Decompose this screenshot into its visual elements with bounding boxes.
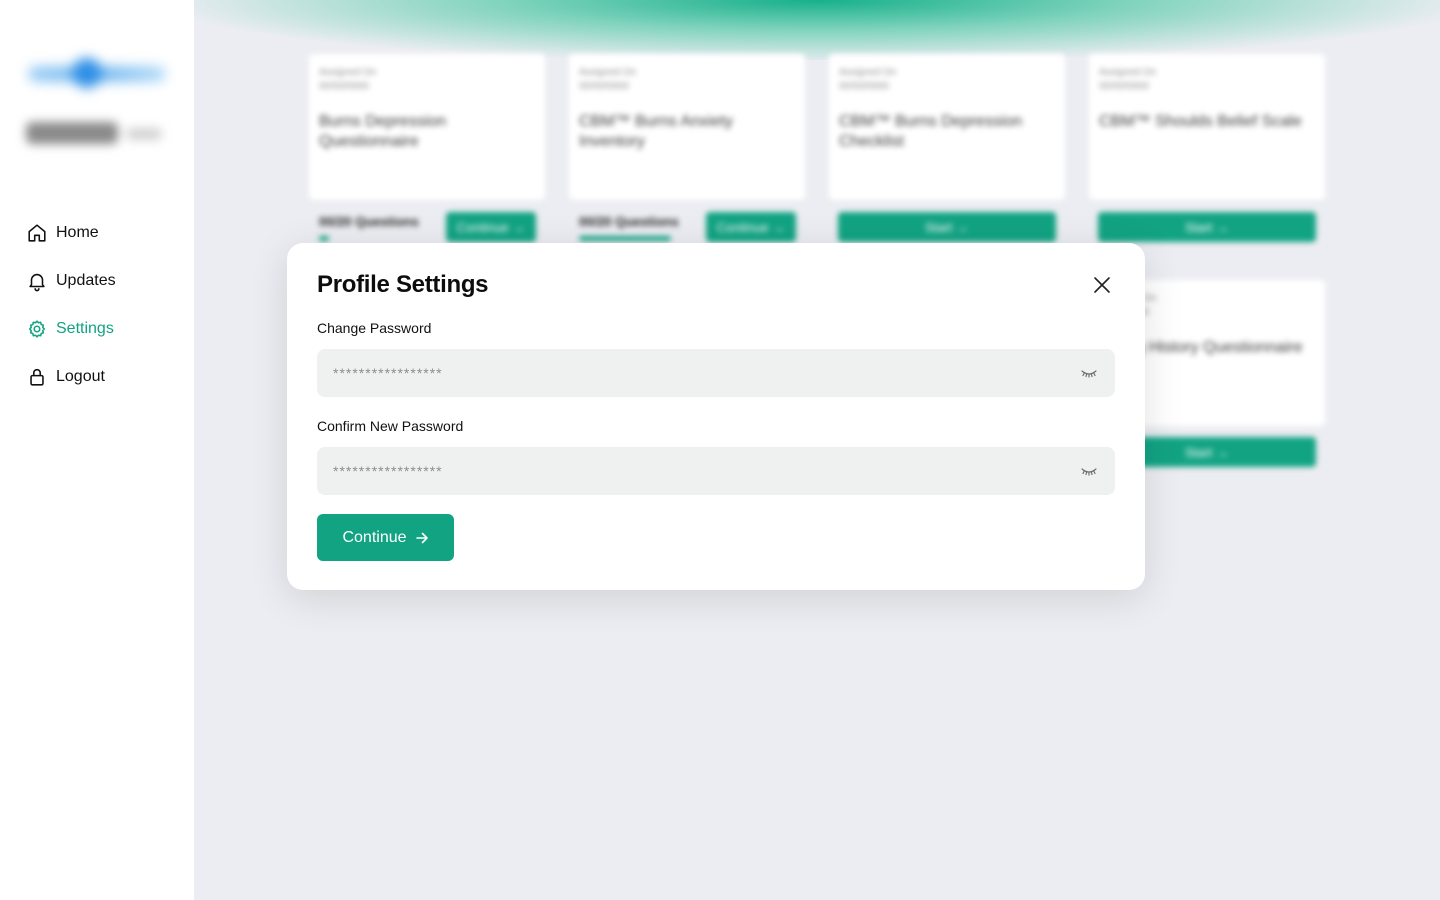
assessment-card: Assigned On 00/00/0000 CBM™ Burns Anxiet… xyxy=(569,54,805,200)
modal-title: Profile Settings xyxy=(317,271,489,298)
card-meta-date: 00/00/0000 xyxy=(579,81,630,92)
card-title: Burns Depression Questionnaire xyxy=(319,113,447,150)
card-title: CBM™ Burns Depression Checklist xyxy=(839,113,1023,150)
card-continue-button[interactable]: Continue → xyxy=(706,212,796,242)
close-icon xyxy=(1094,277,1110,293)
card-continue-button[interactable]: Continue → xyxy=(446,212,536,242)
confirm-password-input[interactable] xyxy=(317,447,1057,495)
change-password-field xyxy=(317,349,1115,397)
card-progress xyxy=(579,236,671,241)
card-meta-label: Assigned On xyxy=(579,67,637,78)
card-progress xyxy=(319,236,329,241)
assessment-card: Assigned On 00/00/0000 CBM™ Burns Depres… xyxy=(829,54,1065,200)
eye-closed-icon[interactable] xyxy=(1079,365,1099,381)
card-start-button[interactable]: Start → xyxy=(1098,212,1316,242)
confirm-password-label: Confirm New Password xyxy=(317,418,464,434)
assessment-card: Assigned On 00/00/0000 Burns Depression … xyxy=(309,54,545,200)
close-button[interactable] xyxy=(1091,274,1113,296)
card-question-count: 00/20 Questions xyxy=(579,214,679,229)
card-footer: 00/20 Questions Continue → xyxy=(309,212,545,242)
card-start-button[interactable]: Start → xyxy=(838,212,1056,242)
card-meta-date: 00/00/0000 xyxy=(839,81,890,92)
card-footer: 00/20 Questions Continue → xyxy=(569,212,805,242)
card-meta-label: Assigned On xyxy=(1099,67,1157,78)
continue-button[interactable]: Continue xyxy=(317,514,454,561)
change-password-input[interactable] xyxy=(317,349,1057,397)
card-footer: Start → xyxy=(829,212,1065,242)
card-meta-label: Assigned On xyxy=(319,67,377,78)
card-meta-date: 00/00/0000 xyxy=(1099,81,1150,92)
card-title: CBM™ Shoulds Belief Scale xyxy=(1099,113,1302,130)
arrow-right-icon xyxy=(415,531,429,545)
card-meta-label: Assigned On xyxy=(839,67,897,78)
card-footer: Start → xyxy=(1089,212,1325,242)
change-password-label: Change Password xyxy=(317,320,432,336)
card-meta-date: 00/00/0000 xyxy=(319,81,370,92)
profile-settings-modal: Profile Settings Change Password Confirm… xyxy=(287,243,1145,590)
card-question-count: 00/20 Questions xyxy=(319,214,419,229)
continue-button-label: Continue xyxy=(342,528,407,546)
assessment-card: Assigned On 00/00/0000 CBM™ Shoulds Beli… xyxy=(1089,54,1325,200)
card-title: CBM™ Burns Anxiety Inventory xyxy=(579,113,733,150)
eye-closed-icon[interactable] xyxy=(1079,463,1099,479)
confirm-password-field xyxy=(317,447,1115,495)
